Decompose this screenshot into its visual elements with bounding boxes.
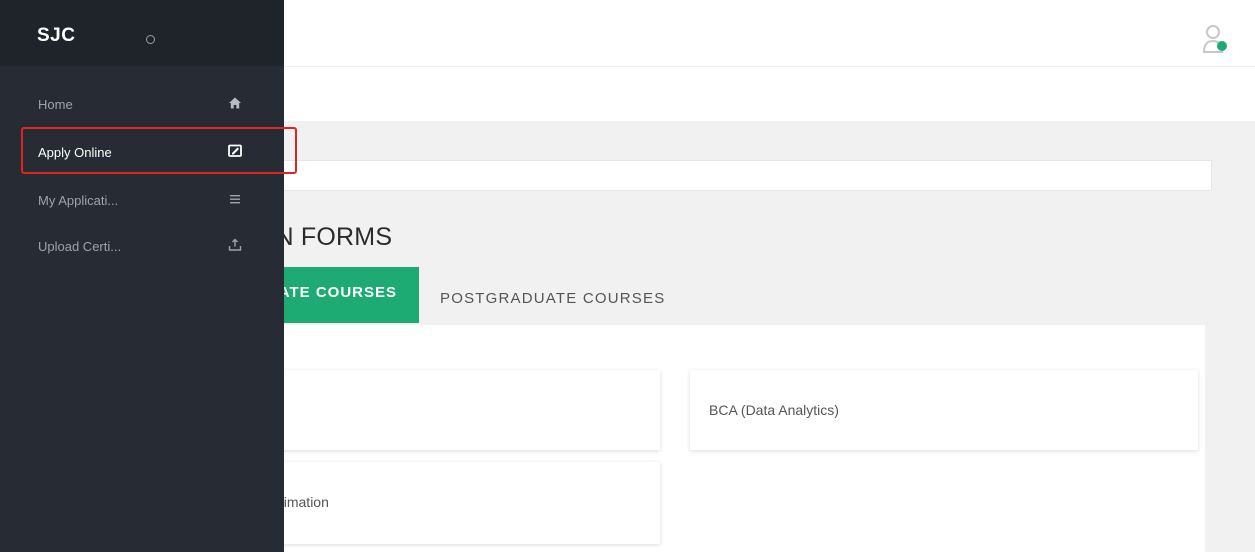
sidebar: SJC Home Apply Online My Applicati... Up… <box>0 0 284 552</box>
user-icon <box>1202 25 1227 53</box>
tab-postgraduate-courses[interactable]: POSTGRADUATE COURSES <box>440 290 665 307</box>
sidebar-item-upload-certificates[interactable]: Upload Certi... <box>0 225 284 269</box>
sidebar-item-my-applications[interactable]: My Applicati... <box>0 179 284 223</box>
edit-form-icon <box>228 144 242 157</box>
brand-logo[interactable]: SJC <box>37 25 75 47</box>
sidebar-item-label: My Applicati... <box>38 193 119 208</box>
sidebar-item-label: Apply Online <box>38 145 112 160</box>
home-icon <box>229 97 241 109</box>
online-status-dot <box>1217 41 1227 51</box>
sidebar-item-label: Upload Certi... <box>38 239 122 254</box>
sidebar-header: SJC <box>0 0 284 66</box>
page: CATION FORMS ATE COURSES POSTGRADUATE CO… <box>0 0 1255 552</box>
list-icon <box>230 195 240 204</box>
course-label: BCA (Data Analytics) <box>709 402 839 418</box>
sidebar-toggle-icon[interactable] <box>146 35 155 44</box>
user-avatar[interactable] <box>1202 22 1228 56</box>
upload-icon <box>228 238 242 251</box>
sidebar-item-apply-online[interactable]: Apply Online <box>0 131 284 175</box>
course-card-bca-data-analytics[interactable]: BCA (Data Analytics) <box>690 370 1198 450</box>
sidebar-item-label: Home <box>38 97 73 112</box>
sidebar-item-home[interactable]: Home <box>0 83 284 127</box>
